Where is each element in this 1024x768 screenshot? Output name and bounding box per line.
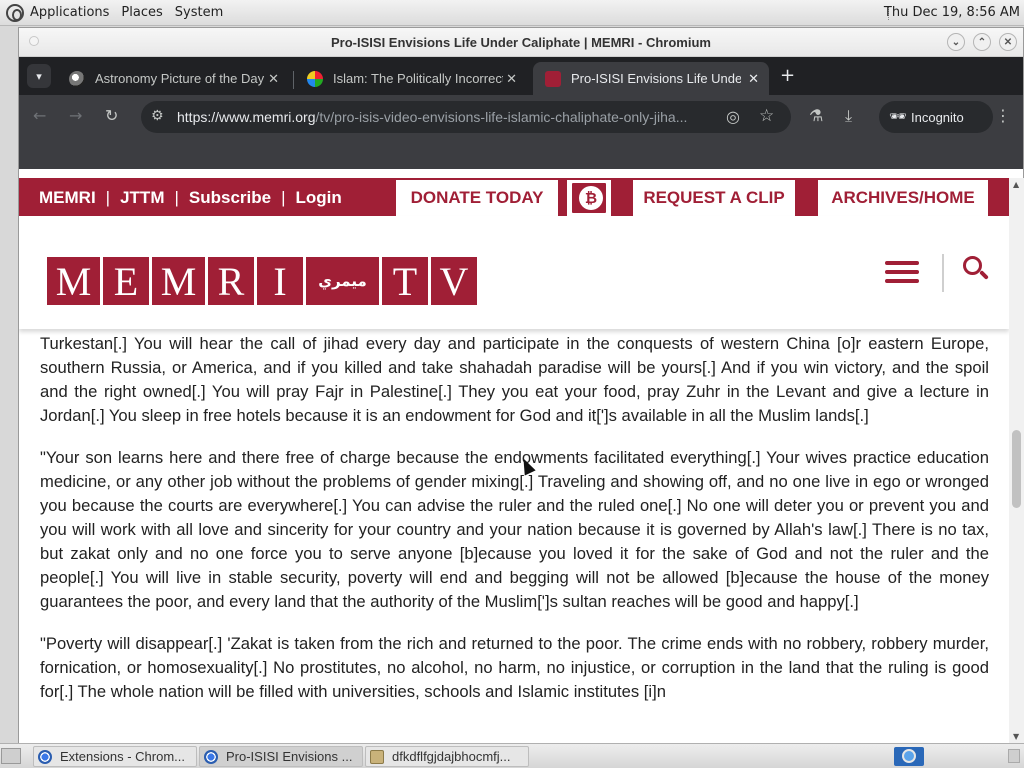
bitcoin-icon: ₿ (579, 186, 603, 210)
donate-button[interactable]: DONATE TODAY (396, 180, 558, 216)
chromium-icon (204, 749, 218, 764)
tab-label: Islam: The Politically Incorrect (333, 71, 503, 86)
tab-apod[interactable]: Astronomy Picture of the Day ✕ (57, 62, 289, 95)
logo-letter: M (152, 257, 205, 305)
bitcoin-donate-button[interactable]: ₿ (567, 180, 611, 216)
archives-home-button[interactable]: ARCHIVES/HOME (818, 180, 988, 216)
close-window-button[interactable]: ✕ (999, 33, 1017, 51)
taskbar-item-extensions[interactable]: Extensions - Chrom... (33, 746, 197, 767)
memri-favicon-icon (545, 70, 561, 87)
request-clip-button[interactable]: REQUEST A CLIP (633, 180, 795, 216)
url-path: /tv/pro-isis-video-envisions-life-islami… (315, 109, 688, 125)
clock[interactable]: Thu Dec 19, 8:56 AM (884, 5, 1020, 20)
menu-places[interactable]: Places (121, 5, 162, 20)
close-icon[interactable]: ✕ (748, 71, 759, 87)
nav-link-memri[interactable]: MEMRI (39, 188, 96, 208)
close-icon[interactable]: ✕ (506, 71, 517, 87)
tab-islam[interactable]: Islam: The Politically Incorrect ✕ (295, 62, 527, 95)
incognito-icon: 🕶 (889, 108, 907, 124)
nav-separator: | (105, 188, 111, 207)
forward-arrow-icon[interactable]: → (69, 106, 82, 125)
menu-system[interactable]: System (175, 5, 223, 20)
article-paragraph: Turkestan[.] You will hear the call of j… (40, 334, 989, 425)
memri-tv-logo[interactable]: M E M R I ميمري T V (47, 257, 477, 305)
minimize-button[interactable]: ⌄ (947, 33, 965, 51)
trash-icon[interactable] (1008, 749, 1020, 763)
header-divider (942, 254, 944, 292)
download-icon[interactable]: ⤓ (845, 106, 852, 126)
tab-search-button[interactable]: ▾ (27, 64, 51, 88)
chromium-icon (38, 749, 52, 764)
show-desktop-button[interactable] (1, 748, 21, 764)
taskbar-item-memri[interactable]: Pro-ISISI Envisions ... (199, 746, 363, 767)
tab-label: Astronomy Picture of the Day (95, 71, 265, 86)
logo-letter: E (103, 257, 149, 305)
window-menu-icon[interactable] (29, 36, 39, 46)
logo-arabic-text: ميمري (306, 257, 379, 305)
hamburger-menu-icon[interactable] (885, 261, 919, 283)
chevron-down-icon: ▾ (36, 69, 42, 83)
taskbar-item-folder[interactable]: dfkdflfgjdajbhocmfj... (365, 746, 529, 767)
eye-slash-icon[interactable]: ◎ (726, 107, 740, 126)
address-bar[interactable]: ⚙ https://www.memri.org/tv/pro-isis-vide… (141, 101, 791, 133)
search-icon[interactable] (963, 256, 989, 282)
nav-link-subscribe[interactable]: Subscribe (189, 188, 271, 208)
taskbar-item-label: Pro-ISISI Envisions ... (226, 749, 353, 764)
tab-strip: ▾ Astronomy Picture of the Day ✕ Islam: … (19, 57, 1023, 95)
scroll-up-arrow-icon[interactable]: ▲ (1013, 180, 1019, 189)
site-info-icon[interactable]: ⚙ (151, 108, 164, 124)
reload-icon[interactable]: ↻ (105, 106, 118, 125)
apod-favicon-icon (69, 70, 85, 87)
menu-applications[interactable]: Applications (30, 5, 109, 20)
back-arrow-icon[interactable]: ← (33, 106, 46, 125)
article-paragraph: "Your son learns here and there free of … (40, 448, 989, 611)
nav-link-jttm[interactable]: JTTM (120, 188, 164, 208)
workspace-switcher[interactable] (894, 747, 924, 766)
logo-letter: T (382, 257, 428, 305)
close-icon[interactable]: ✕ (268, 71, 279, 87)
logo-letter: R (208, 257, 254, 305)
site-top-nav: MEMRI | JTTM | Subscribe | Login DONATE … (19, 178, 1009, 216)
nav-separator: | (174, 188, 179, 207)
nav-separator: | (281, 188, 286, 207)
article-paragraph: "Poverty will disappear[.] 'Zakat is tak… (40, 634, 989, 701)
scroll-down-arrow-icon[interactable]: ▼ (1013, 732, 1019, 741)
nav-link-login[interactable]: Login (296, 188, 342, 208)
taskbar-item-label: dfkdflfgjdajbhocmfj... (392, 749, 511, 764)
maximize-button[interactable]: ⌃ (973, 33, 991, 51)
url-host: https://www.memri.org (177, 109, 316, 125)
folder-icon (370, 749, 384, 764)
web-viewport: Turkestan[.] You will hear the call of j… (19, 178, 1009, 743)
desktop-taskbar: Extensions - Chrom... Pro-ISISI Envision… (0, 743, 1024, 768)
peace-sign-favicon-icon (307, 70, 323, 87)
kebab-menu-icon[interactable]: ⋮ (995, 106, 1011, 125)
tab-memri-active[interactable]: Pro-ISISI Envisions Life Under Caliphate… (533, 62, 769, 95)
url-text[interactable]: https://www.memri.org/tv/pro-isis-video-… (177, 109, 717, 125)
scrollbar-thumb[interactable] (1012, 430, 1021, 508)
article-body: Turkestan[.] You will hear the call of j… (40, 332, 989, 722)
bookmark-star-icon[interactable]: ☆ (759, 106, 774, 126)
distro-logo-icon[interactable] (6, 3, 24, 22)
logo-letter: I (257, 257, 303, 305)
taskbar-item-label: Extensions - Chrom... (60, 749, 185, 764)
tab-separator (293, 71, 294, 89)
labs-flask-icon[interactable]: ⚗ (809, 106, 823, 125)
tab-label: Pro-ISISI Envisions Life Under Caliphate (571, 71, 741, 86)
site-header: M E M R I ميمري T V (19, 216, 1009, 329)
new-tab-plus-icon[interactable]: + (780, 65, 795, 86)
window-title: Pro-ISISI Envisions Life Under Caliphate… (331, 34, 711, 50)
page-scrollbar[interactable]: ▲ ▼ (1009, 178, 1024, 743)
desktop-top-panel: Applications Places System Thu Dec 19, 8… (0, 0, 1024, 26)
browser-window: Pro-ISISI Envisions Life Under Caliphate… (18, 27, 1024, 743)
browser-toolbar: ← → ↻ ⚙ https://www.memri.org/tv/pro-isi… (19, 95, 1023, 139)
logo-letter: V (431, 257, 477, 305)
incognito-label: Incognito (911, 109, 964, 125)
toolbar-spacer (19, 139, 1023, 169)
incognito-indicator[interactable]: 🕶 Incognito (879, 101, 993, 133)
window-titlebar[interactable]: Pro-ISISI Envisions Life Under Caliphate… (19, 28, 1023, 57)
logo-letter: M (47, 257, 100, 305)
